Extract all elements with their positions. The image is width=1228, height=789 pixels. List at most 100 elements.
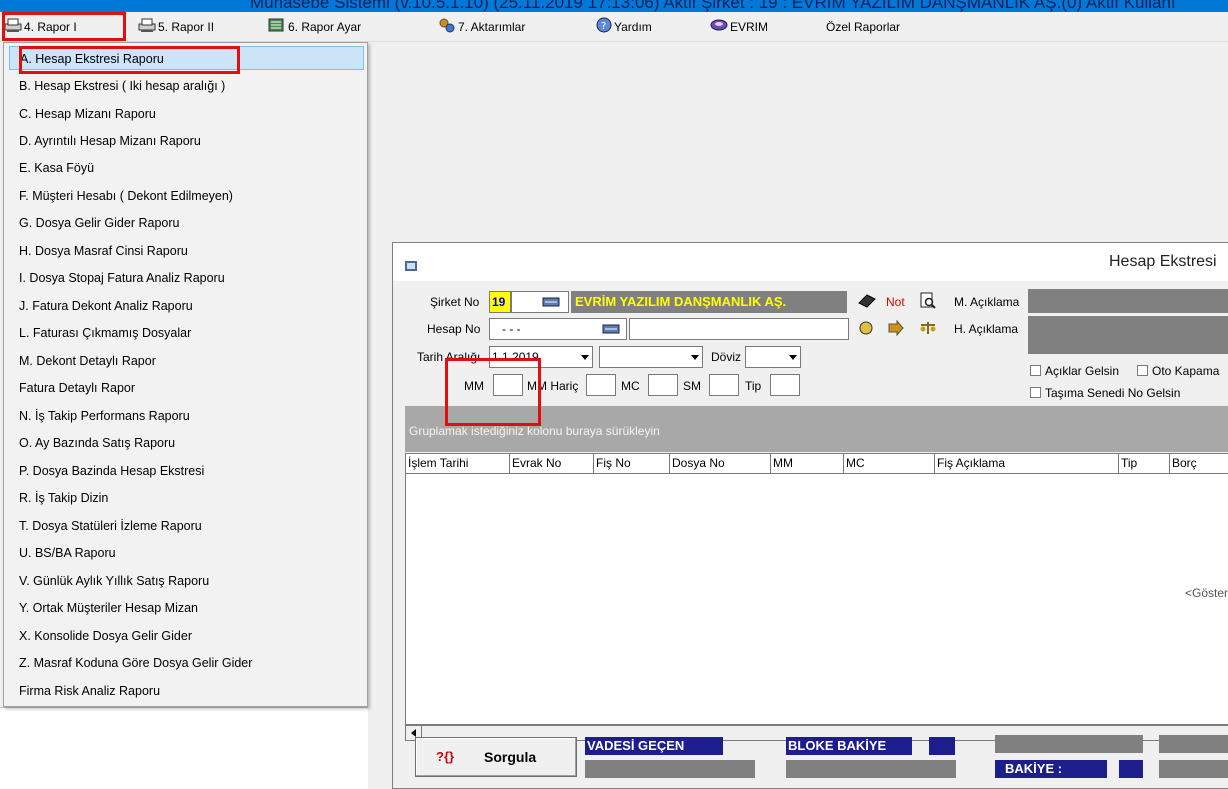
column-header[interactable]: Evrak No <box>510 454 594 474</box>
sirket-no-lookup[interactable] <box>511 291 569 313</box>
tarih-start-input[interactable]: 1.1.2019 <box>489 346 593 368</box>
mm-haric-input[interactable] <box>586 374 616 396</box>
window-icon <box>405 261 417 271</box>
menu-item[interactable]: L. Faturası Çıkmamış Dosyalar <box>9 321 364 345</box>
column-header[interactable]: Dosya No <box>670 454 771 474</box>
bloke-bakiye-value <box>786 760 956 778</box>
menu-item[interactable]: D. Ayrıntılı Hesap Mizanı Raporu <box>9 129 364 153</box>
chevron-down-icon <box>691 355 699 360</box>
menu-rapor-2[interactable]: 5. Rapor II <box>138 17 214 37</box>
menu-item[interactable]: N. İş Takip Performans Raporu <box>9 404 364 428</box>
oto-kapama-checkbox[interactable]: Oto Kapama <box>1137 364 1219 378</box>
column-header[interactable]: MC <box>844 454 935 474</box>
menu-item[interactable]: C. Hesap Mizanı Raporu <box>9 102 364 126</box>
notes-icon[interactable] <box>857 293 877 312</box>
menu-evrim[interactable]: EVRIM <box>710 17 768 37</box>
checkbox-box <box>1030 365 1041 376</box>
menu-item[interactable]: G. Dosya Gelir Gider Raporu <box>9 211 364 235</box>
menu-item[interactable]: P. Dosya Bazinda Hesap Ekstresi <box>9 459 364 483</box>
report-settings-icon <box>268 18 286 38</box>
menu-ozel-raporlar[interactable]: Özel Raporlar <box>826 17 900 37</box>
column-header[interactable]: İşlem Tarihi <box>406 454 510 474</box>
h-aciklama-label: H. Açıklama <box>954 322 1019 336</box>
menu-item[interactable]: M. Dekont Detaylı Rapor <box>9 349 364 373</box>
menu-item[interactable]: V. Günlük Aylık Yıllık Satış Raporu <box>9 569 364 593</box>
left-pane <box>0 707 368 789</box>
menu-label: Özel Raporlar <box>826 20 901 34</box>
tarih-araligi-label: Tarih Aralığı <box>417 350 481 364</box>
mm-haric-label: MM Hariç <box>527 379 579 393</box>
sorgula-button[interactable]: ?{} Sorgula <box>415 737 577 777</box>
chevron-down-icon <box>789 355 797 360</box>
sorgula-label: Sorgula <box>484 749 537 765</box>
column-header[interactable]: MM <box>771 454 844 474</box>
transfer-icon <box>438 17 456 39</box>
column-header[interactable]: Tip <box>1119 454 1170 474</box>
mm-label: MM <box>464 379 484 393</box>
preview-icon[interactable] <box>919 292 937 313</box>
lookup-icon <box>602 322 620 339</box>
menu-item[interactable]: Y. Ortak Müşteriler Hesap Mizan <box>9 596 364 620</box>
vadesi-gecen-value <box>585 760 755 778</box>
help-icon: ? <box>596 17 612 39</box>
aciklar-gelsin-checkbox[interactable]: Açıklar Gelsin <box>1030 364 1119 378</box>
menu-item[interactable]: F. Müşteri Hesabı ( Dekont Edilmeyen) <box>9 184 364 208</box>
menu-item-hesap-ekstresi[interactable]: A. Hesap Ekstresi Raporu <box>9 46 364 70</box>
menu-aktarimlar[interactable]: 7. Aktarımlar <box>438 17 525 37</box>
hesap-no-input[interactable]: - - - <box>489 318 627 340</box>
menu-rapor-1[interactable]: 4. Rapor I <box>4 17 77 37</box>
tip-input[interactable] <box>770 374 800 396</box>
menu-item[interactable]: H. Dosya Masraf Cinsi Raporu <box>9 239 364 263</box>
sm-input[interactable] <box>709 374 739 396</box>
hesap-name-field[interactable] <box>629 318 849 340</box>
menu-label: 4. Rapor I <box>24 20 77 34</box>
menu-rapor-ayar[interactable]: 6. Rapor Ayar <box>268 17 361 37</box>
m-aciklama-field[interactable] <box>1028 289 1228 313</box>
svg-text:?: ? <box>601 21 606 32</box>
menu-item[interactable]: R. İş Takip Dizin <box>9 486 364 510</box>
menu-item[interactable]: Firma Risk Analiz Raporu <box>9 679 364 703</box>
menu-label: 5. Rapor II <box>158 20 215 34</box>
mc-input[interactable] <box>648 374 678 396</box>
column-header[interactable]: Fiş No <box>594 454 670 474</box>
vadesi-gecen-label: VADESİ GEÇEN <box>585 737 723 755</box>
column-header[interactable]: Fiş Açıklama <box>935 454 1119 474</box>
menu-item[interactable]: O. Ay Bazında Satış Raporu <box>9 431 364 455</box>
arrow-icon[interactable] <box>887 319 905 339</box>
menu-item[interactable]: B. Hesap Ekstresi ( Iki hesap aralığı ) <box>9 74 364 98</box>
menu-item[interactable]: I. Dosya Stopaj Fatura Analiz Raporu <box>9 266 364 290</box>
menu-item[interactable]: Fatura Detaylı Rapor <box>9 376 364 400</box>
column-header[interactable]: Borç <box>1170 454 1228 474</box>
tarih-end-input[interactable] <box>599 346 703 368</box>
tasima-senedi-checkbox[interactable]: Taşıma Senedi No Gelsin <box>1030 386 1180 400</box>
chevron-left-icon <box>411 729 416 737</box>
menu-item[interactable]: J. Fatura Dekont Analiz Raporu <box>9 294 364 318</box>
h-aciklama-field[interactable] <box>1028 316 1228 354</box>
refresh-icon[interactable] <box>857 320 875 339</box>
checkbox-label: Oto Kapama <box>1152 364 1220 378</box>
menu-item[interactable]: Z. Masraf Koduna Göre Dosya Gelir Gider <box>9 651 364 675</box>
doviz-select[interactable] <box>745 346 801 368</box>
menu-item[interactable]: U. BS/BA Raporu <box>9 541 364 565</box>
lookup-icon <box>542 295 560 312</box>
bakiye-value <box>1159 760 1228 778</box>
query-icon: ?{} <box>436 749 455 764</box>
grid-header: İşlem Tarihi Evrak No Fiş No Dosya No MM… <box>406 454 1228 474</box>
group-by-band[interactable]: Gruplamak istediğiniz kolonu buraya sürü… <box>405 406 1228 452</box>
menu-item[interactable]: X. Konsolide Dosya Gelir Gider <box>9 624 364 648</box>
mm-input[interactable] <box>493 374 523 396</box>
menu-item[interactable]: T. Dosya Statüleri İzleme Raporu <box>9 514 364 538</box>
app-title: Muhasebe Sistemi (v.10.5.1.10) (25.11.20… <box>250 0 1176 12</box>
window-title-bar[interactable]: Hesap Ekstresi <box>393 243 1228 281</box>
sirket-no-input[interactable]: 19 <box>489 291 511 313</box>
bakiye-top-value <box>995 735 1143 753</box>
not-label[interactable]: Not <box>886 295 905 309</box>
menu-yardim[interactable]: ? Yardım <box>596 17 652 37</box>
company-name: EVRİM YAZILIM DANŞMANLIK AŞ. <box>571 291 847 313</box>
results-grid[interactable]: İşlem Tarihi Evrak No Fiş No Dosya No MM… <box>405 453 1228 725</box>
rapor-1-dropdown: A. Hesap Ekstresi Raporu B. Hesap Ekstre… <box>3 42 368 707</box>
window-title: Hesap Ekstresi <box>1109 253 1217 270</box>
scale-icon[interactable] <box>919 320 937 339</box>
menu-item[interactable]: E. Kasa Föyü <box>9 156 364 180</box>
tip-label: Tip <box>745 379 762 393</box>
